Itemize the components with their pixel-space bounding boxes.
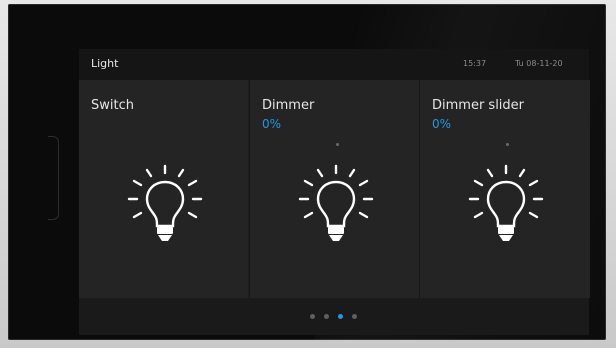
- status-bar: Light 15:37 Tu 08-11-20: [79, 49, 589, 80]
- level-indicator-dot: [506, 143, 509, 146]
- clock-time: 15:37: [463, 59, 487, 68]
- tile-value: 0%: [432, 117, 452, 131]
- tile-grid: Switch Dimmer 0% Dimmer slider 0%: [79, 80, 590, 298]
- light-bulb-icon: [468, 164, 544, 241]
- page-dot-4[interactable]: [352, 314, 357, 319]
- light-bulb-icon: [127, 164, 203, 241]
- page-dot-2[interactable]: [324, 314, 329, 319]
- tile-label: Dimmer: [262, 98, 315, 113]
- page-indicator: [310, 314, 360, 320]
- home-button[interactable]: [48, 136, 59, 220]
- light-bulb-icon: [298, 164, 374, 241]
- page-dot-3[interactable]: [338, 314, 343, 319]
- tile-label: Switch: [91, 98, 134, 113]
- tile-value: 0%: [262, 117, 282, 131]
- clock-date: Tu 08-11-20: [515, 59, 563, 68]
- footer-bar: [79, 298, 589, 335]
- tile-switch[interactable]: Switch: [79, 80, 248, 298]
- tile-label: Dimmer slider: [432, 98, 525, 113]
- touch-screen: Light 15:37 Tu 08-11-20 Switch Dimmer 0%…: [79, 49, 590, 335]
- page-title: Light: [91, 57, 119, 70]
- tile-dimmer-slider[interactable]: Dimmer slider 0%: [419, 80, 590, 298]
- panel-device: Light 15:37 Tu 08-11-20 Switch Dimmer 0%…: [0, 0, 616, 348]
- screen-bezel: Light 15:37 Tu 08-11-20 Switch Dimmer 0%…: [8, 4, 606, 340]
- level-indicator-dot: [336, 143, 339, 146]
- tile-dimmer[interactable]: Dimmer 0%: [249, 80, 419, 298]
- page-dot-1[interactable]: [310, 314, 315, 319]
